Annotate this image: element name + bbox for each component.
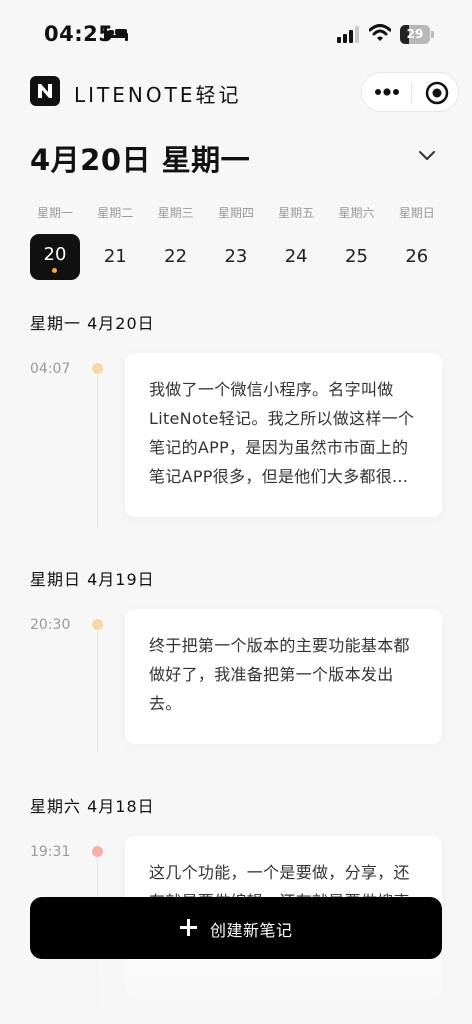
day-number[interactable]: 26: [392, 234, 442, 280]
plus-icon: [180, 919, 197, 936]
day-number[interactable]: 25: [332, 234, 382, 280]
capsule-divider: [411, 83, 412, 103]
chevron-down-icon[interactable]: [416, 144, 438, 166]
note-indicator-dot: [52, 268, 57, 273]
day-label: 星期五: [278, 206, 315, 220]
battery-level: 29: [406, 27, 424, 41]
target-icon[interactable]: [425, 81, 449, 105]
day-number[interactable]: 23: [211, 234, 261, 280]
day-label: 星期一: [36, 206, 73, 220]
mini-program-capsule: [361, 72, 459, 112]
entry-time: 20:30: [30, 617, 71, 633]
day-number[interactable]: 21: [90, 234, 140, 280]
day-label: 星期二: [97, 206, 134, 220]
status-time: 04:25: [44, 22, 114, 46]
day-label: 星期四: [217, 206, 254, 220]
app-logo: [30, 76, 60, 106]
entry-time: 19:31: [30, 844, 71, 860]
note-text: 我做了一个微信小程序。名字叫做LiteNote轻记。我之所以做这样一个笔记的AP…: [149, 380, 415, 486]
signal-icon: [337, 26, 359, 43]
status-bar: 04:25 29: [0, 0, 472, 64]
more-dots-icon[interactable]: [372, 79, 402, 105]
day-number[interactable]: 24: [271, 234, 321, 280]
day-saturday[interactable]: 星期六 25: [327, 204, 387, 284]
wifi-icon: [369, 24, 391, 41]
day-label: 星期日: [398, 206, 435, 220]
day-number[interactable]: 22: [151, 234, 201, 280]
timeline-line: [97, 632, 98, 752]
group-date-title: 星期日 4月19日: [30, 570, 155, 589]
timeline-line: [97, 376, 98, 528]
week-strip: 星期一 20 星期二 21 星期三 22 星期四 23 星期五 24 星期六 2…: [25, 204, 447, 284]
day-monday[interactable]: 星期一 20: [25, 204, 85, 284]
logo-n-icon: [38, 84, 52, 98]
day-friday[interactable]: 星期五 24: [266, 204, 326, 284]
day-label: 星期三: [157, 206, 194, 220]
app-title: LITENOTE轻记: [74, 83, 242, 107]
bed-icon: [104, 27, 128, 41]
day-tuesday[interactable]: 星期二 21: [85, 204, 145, 284]
timeline-dot: [92, 846, 103, 857]
group-date-title: 星期六 4月18日: [30, 797, 155, 816]
day-label: 星期六: [338, 206, 375, 220]
selected-date-title[interactable]: 4月20日 星期一: [30, 137, 250, 179]
day-sunday[interactable]: 星期日 26: [387, 204, 447, 284]
day-wednesday[interactable]: 星期三 22: [146, 204, 206, 284]
timeline-dot: [92, 363, 103, 374]
battery-icon: 29: [400, 25, 434, 44]
day-thursday[interactable]: 星期四 23: [206, 204, 266, 284]
create-note-label: 创建新笔记: [210, 921, 293, 940]
timeline-dot: [92, 619, 103, 630]
note-text: 终于把第一个版本的主要功能基本都做好了，我准备把第一个版本发出去。: [149, 636, 410, 713]
note-card[interactable]: 我做了一个微信小程序。名字叫做LiteNote轻记。我之所以做这样一个笔记的AP…: [125, 353, 442, 517]
group-date-title: 星期一 4月20日: [30, 314, 155, 333]
day-number[interactable]: 20: [30, 234, 80, 280]
note-card[interactable]: 终于把第一个版本的主要功能基本都做好了，我准备把第一个版本发出去。: [125, 609, 442, 744]
app-header: LITENOTE轻记: [0, 70, 472, 114]
entry-time: 04:07: [30, 361, 71, 377]
create-note-button[interactable]: 创建新笔记: [30, 897, 442, 959]
